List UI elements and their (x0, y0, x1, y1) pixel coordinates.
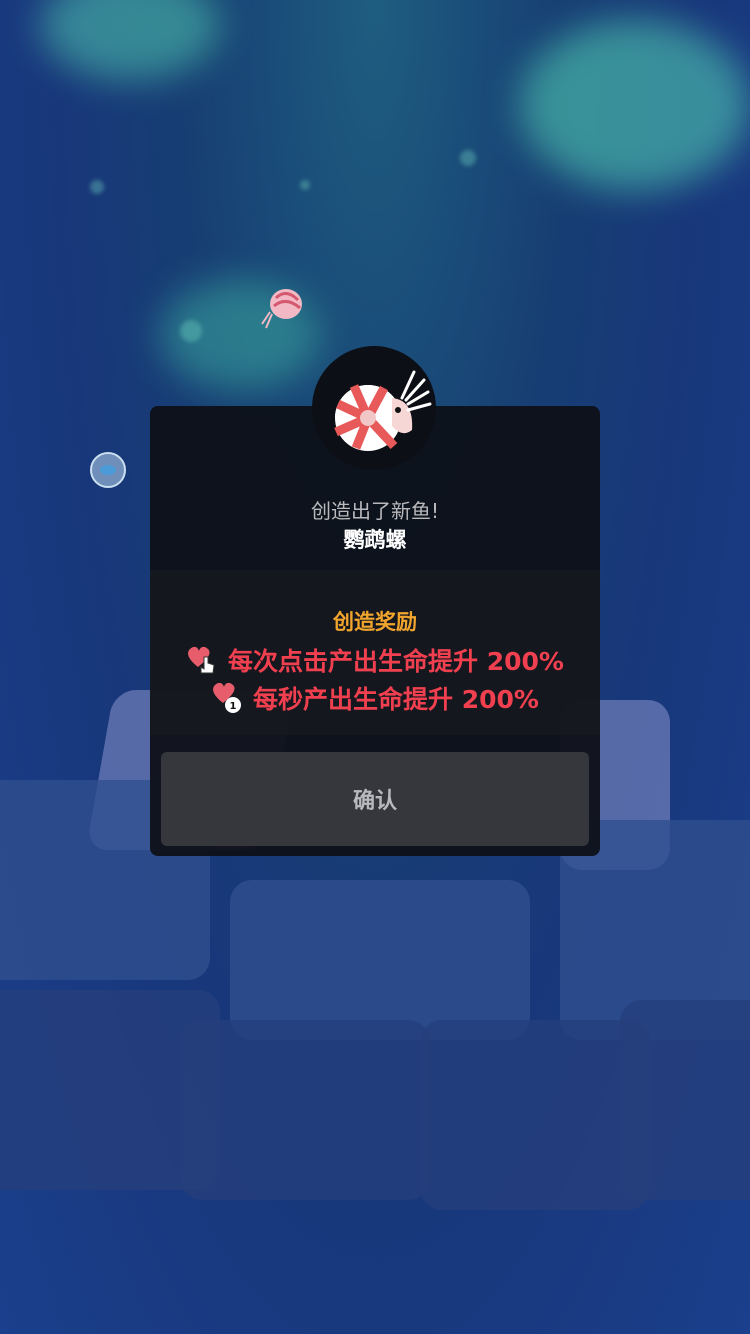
fish-name: 鹦鹉螺 (343, 528, 407, 552)
reward-tap-text: 每次点击产出生命提升 200% (228, 647, 564, 676)
nautilus-icon (334, 370, 432, 451)
svg-text:1: 1 (230, 701, 237, 712)
confirm-button[interactable]: 确认 (161, 752, 589, 846)
heart-clock-icon: 1 (213, 682, 242, 713)
reward-item-second: 1 每秒产出生命提升 200% (150, 680, 600, 716)
reward-title: 创造奖励 (333, 610, 417, 634)
reward-item-tap: 每次点击产出生命提升 200% (150, 642, 600, 678)
reward-second-text: 每秒产出生命提升 200% (253, 685, 539, 714)
nautilus-swimming-icon (261, 289, 302, 329)
fish-avatar (312, 346, 436, 470)
candy-bubble-icon[interactable] (88, 450, 128, 490)
heart-tap-icon (188, 646, 215, 674)
dialog-subtitle: 创造出了新鱼! (310, 499, 440, 523)
